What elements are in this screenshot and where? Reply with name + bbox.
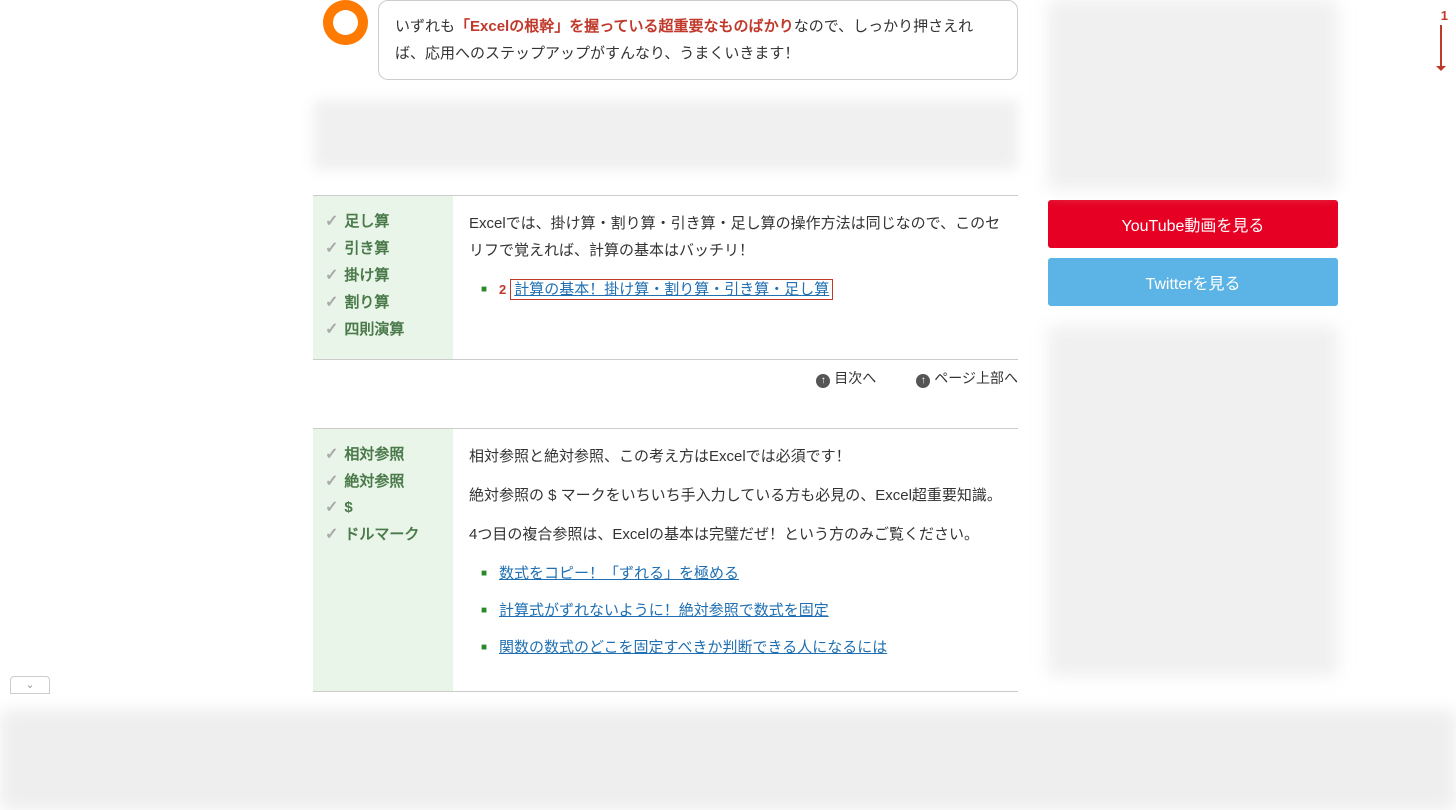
link-item: 2 計算の基本！掛け算・割り算・引き算・足し算 <box>499 276 1002 303</box>
article-link[interactable]: 関数の数式のどこを固定すべきか判断できる人になるには <box>499 639 887 656</box>
check-icon: ✓ <box>325 471 338 491</box>
link-item: 関数の数式のどこを固定すべきか判断できる人になるには <box>499 634 1002 661</box>
link-item: 数式をコピー！「ずれる」を極める <box>499 560 1002 587</box>
article-link[interactable]: 数式をコピー！「ずれる」を極める <box>499 565 739 582</box>
tag-label: 絶対参照 <box>344 470 404 491</box>
tag-item: ✓ 引き算 <box>325 237 441 258</box>
intro-block: いずれも「Excelの根幹」を握っている超重要なものばかりなので、しっかり押さえ… <box>323 0 1018 80</box>
bottom-ad-blur <box>0 710 1456 810</box>
arrow-up-icon: ↑ <box>916 374 930 388</box>
article-link[interactable]: 計算式がずれないように！絶対参照で数式を固定 <box>499 602 829 619</box>
intro-highlight: 「Excelの根幹」を握っている超重要なものばかり <box>455 18 794 35</box>
intro-text: いずれも「Excelの根幹」を握っている超重要なものばかりなので、しっかり押さえ… <box>378 0 1018 80</box>
topic-text: 相対参照と絶対参照、この考え方はExcelでは必須です！ <box>469 443 1002 470</box>
collapse-button[interactable]: ⌄ <box>10 676 50 694</box>
tag-label: 相対参照 <box>344 443 404 464</box>
twitter-button[interactable]: Twitterを見る <box>1048 258 1338 306</box>
sidebar-promo-blur <box>1048 0 1338 190</box>
topic-tags: ✓ 足し算 ✓ 引き算 ✓ 掛け算 ✓ 割り算 ✓ 四則演算 <box>313 196 453 359</box>
check-icon: ✓ <box>325 292 338 312</box>
top-label: ページ上部へ <box>934 370 1018 386</box>
toc-link[interactable]: ↑ 目次へ <box>816 368 876 388</box>
youtube-button[interactable]: YouTube動画を見る <box>1048 200 1338 248</box>
check-icon: ✓ <box>325 211 338 231</box>
ad-placeholder <box>313 100 1018 170</box>
topic-body: Excelでは、掛け算・割り算・引き算・足し算の操作方法は同じなので、このセリフ… <box>453 196 1018 359</box>
tag-label: 引き算 <box>344 237 389 258</box>
tag-item: ✓ ドルマーク <box>325 523 441 544</box>
tag-item: ✓ 割り算 <box>325 291 441 312</box>
check-icon: ✓ <box>325 497 338 517</box>
check-icon: ✓ <box>325 265 338 285</box>
topic-tags: ✓相対参照 ✓絶対参照 ✓$ ✓ドルマーク <box>313 429 453 691</box>
topic-text: 4つ目の複合参照は、Excelの基本は完璧だぜ！という方のみご覧ください。 <box>469 521 1002 548</box>
tag-item: ✓ 絶対参照 <box>325 470 441 491</box>
tag-item: ✓ 相対参照 <box>325 443 441 464</box>
check-icon: ✓ <box>325 238 338 258</box>
check-icon: ✓ <box>325 319 338 339</box>
section-nav: ↑ 目次へ ↑ ページ上部へ <box>313 368 1018 388</box>
scroll-number: 1 <box>1434 8 1448 23</box>
tag-label: 割り算 <box>344 291 389 312</box>
tag-label: 四則演算 <box>344 318 404 339</box>
tag-item: ✓ 掛け算 <box>325 264 441 285</box>
tag-label: ドルマーク <box>344 523 419 544</box>
topic-text: Excelでは、掛け算・割り算・引き算・足し算の操作方法は同じなので、このセリフ… <box>469 210 1002 264</box>
tag-label: $ <box>344 499 352 516</box>
tag-label: 掛け算 <box>344 264 389 285</box>
article-link[interactable]: 計算の基本！掛け算・割り算・引き算・足し算 <box>510 279 833 300</box>
annotation-number: 2 <box>499 282 506 297</box>
mascot-icon <box>323 0 368 45</box>
sidebar-list-blur <box>1048 326 1338 676</box>
arrow-down-icon <box>1440 25 1442 70</box>
topic-body: 相対参照と絶対参照、この考え方はExcelでは必須です！ 絶対参照の $ マーク… <box>453 429 1018 691</box>
check-icon: ✓ <box>325 444 338 464</box>
topic-references: ✓相対参照 ✓絶対参照 ✓$ ✓ドルマーク 相対参照と絶対参照、この考え方はEx… <box>313 428 1018 692</box>
topic-arithmetic: ✓ 足し算 ✓ 引き算 ✓ 掛け算 ✓ 割り算 ✓ 四則演算 Excelでは、掛け算・割り… <box>313 195 1018 360</box>
topic-text: 絶対参照の $ マークをいちいち手入力している方も必見の、Excel超重要知識。 <box>469 482 1002 509</box>
tag-item: ✓ 足し算 <box>325 210 441 231</box>
tag-item: ✓$ <box>325 497 441 517</box>
tag-label: 足し算 <box>344 210 389 231</box>
toc-label: 目次へ <box>834 370 876 386</box>
check-icon: ✓ <box>325 524 338 544</box>
arrow-up-icon: ↑ <box>816 374 830 388</box>
intro-pre: いずれも <box>395 18 455 35</box>
link-item: 計算式がずれないように！絶対参照で数式を固定 <box>499 597 1002 624</box>
scroll-indicator: 1 <box>1434 8 1448 88</box>
tag-item: ✓ 四則演算 <box>325 318 441 339</box>
top-link[interactable]: ↑ ページ上部へ <box>916 368 1018 388</box>
